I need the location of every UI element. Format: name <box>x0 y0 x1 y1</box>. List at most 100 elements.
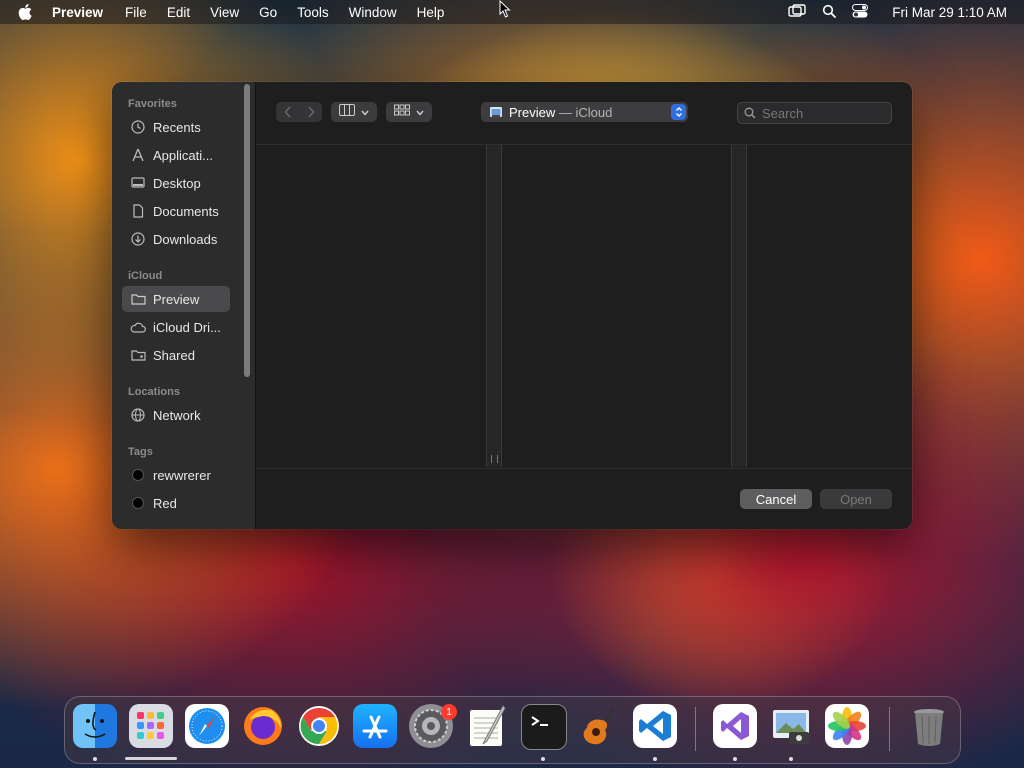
sidebar-item-applications[interactable]: Applicati... <box>122 142 230 168</box>
chevron-down-icon <box>416 103 424 121</box>
menu-bar-clock[interactable]: Fri Mar 29 1:10 AM <box>892 5 1007 20</box>
open-file-dialog: Favorites Recents Applicati... Desktop D… <box>112 82 912 529</box>
menu-edit[interactable]: Edit <box>167 5 190 20</box>
safari-icon[interactable] <box>185 704 229 748</box>
garageband-icon[interactable] <box>577 704 621 748</box>
sidebar-item-downloads[interactable]: Downloads <box>122 226 230 252</box>
shared-folder-icon <box>130 347 146 363</box>
back-forward-buttons <box>276 102 322 122</box>
applications-icon <box>130 147 146 163</box>
document-icon <box>130 203 146 219</box>
location-separator: — <box>558 104 572 120</box>
column-browser[interactable] <box>256 145 912 467</box>
sidebar-item-icloud-drive[interactable]: iCloud Dri... <box>122 314 230 340</box>
trash-icon[interactable] <box>907 704 951 748</box>
cloud-icon <box>130 319 146 335</box>
group-by-button[interactable] <box>386 102 432 122</box>
finder-icon[interactable] <box>73 704 117 748</box>
mouse-pointer-icon <box>499 0 511 23</box>
clock-icon <box>130 119 146 135</box>
column-divider[interactable] <box>486 145 502 467</box>
sidebar-item-label: Network <box>153 407 201 423</box>
sidebar-scrollbar[interactable] <box>244 84 250 377</box>
sidebar-section-icloud: iCloud <box>128 270 163 282</box>
search-input[interactable] <box>760 104 884 122</box>
sidebar-item-desktop[interactable]: Desktop <box>122 170 230 196</box>
launchpad-icon[interactable] <box>129 704 173 748</box>
screen-mirroring-icon[interactable] <box>788 3 806 21</box>
sidebar-item-recents[interactable]: Recents <box>122 114 230 140</box>
running-indicator <box>733 757 737 761</box>
download-icon <box>130 231 146 247</box>
cancel-button[interactable]: Cancel <box>740 489 812 509</box>
forward-arrow-icon[interactable] <box>299 106 322 118</box>
chevron-down-icon <box>361 103 369 121</box>
textedit-icon[interactable] <box>465 704 509 748</box>
preview-icon[interactable] <box>769 704 813 748</box>
chrome-icon[interactable] <box>297 704 341 748</box>
visual-studio-icon[interactable] <box>713 704 757 748</box>
control-center-icon[interactable] <box>852 3 869 21</box>
sidebar-item-documents[interactable]: Documents <box>122 198 230 224</box>
menu-view[interactable]: View <box>210 5 239 20</box>
sidebar-item-label: Applicati... <box>153 147 213 163</box>
sidebar-item-label: rewwrerer <box>153 467 211 483</box>
sidebar-section-tags: Tags <box>128 446 153 458</box>
sidebar-item-label: Recents <box>153 119 201 135</box>
sidebar-item-tag-red[interactable]: Red <box>122 490 230 516</box>
app-menu-preview[interactable]: Preview <box>52 5 103 20</box>
terminal-icon[interactable] <box>521 704 567 750</box>
running-indicator <box>541 757 545 761</box>
search-field[interactable] <box>737 102 892 124</box>
column-view-icon <box>339 103 355 121</box>
sidebar-item-shared[interactable]: Shared <box>122 342 230 368</box>
sidebar-item-label: Documents <box>153 203 219 219</box>
menu-window[interactable]: Window <box>349 5 397 20</box>
sidebar-item-network[interactable]: Network <box>122 402 230 428</box>
menu-tools[interactable]: Tools <box>297 5 329 20</box>
sidebar-item-preview[interactable]: Preview <box>122 286 230 312</box>
photos-icon[interactable] <box>825 704 869 748</box>
launch-progress-bar <box>125 757 177 760</box>
dialog-sidebar: Favorites Recents Applicati... Desktop D… <box>112 82 256 529</box>
back-arrow-icon[interactable] <box>276 106 299 118</box>
view-mode-button[interactable] <box>331 102 377 122</box>
menu-file[interactable]: File <box>125 5 147 20</box>
sidebar-item-label: Preview <box>153 291 200 307</box>
firefox-icon[interactable] <box>241 704 285 748</box>
sidebar-item-label: Desktop <box>153 175 201 191</box>
app-store-icon[interactable] <box>353 704 397 748</box>
sidebar-section-locations: Locations <box>128 386 180 398</box>
grid-icon <box>394 103 410 121</box>
menu-go[interactable]: Go <box>259 5 277 20</box>
dock: 1 <box>64 696 961 764</box>
dialog-toolbar: Preview — iCloud <box>256 82 912 145</box>
running-indicator <box>653 757 657 761</box>
location-name: Preview <box>509 104 556 120</box>
notification-badge: 1 <box>441 704 457 720</box>
sidebar-item-label: Red <box>153 495 177 511</box>
folder-icon <box>130 291 146 307</box>
location-popup[interactable]: Preview — iCloud <box>481 102 688 122</box>
sidebar-item-label: Shared <box>153 347 195 363</box>
running-indicator <box>789 757 793 761</box>
location-suffix: iCloud <box>575 104 613 120</box>
column-divider[interactable] <box>731 145 747 467</box>
open-button[interactable]: Open <box>820 489 892 509</box>
globe-icon <box>130 407 146 423</box>
menu-help[interactable]: Help <box>417 5 445 20</box>
updown-chevron-icon <box>671 104 686 120</box>
spotlight-search-icon[interactable] <box>822 4 837 21</box>
sidebar-item-label: Downloads <box>153 231 218 247</box>
desktop-icon <box>130 175 146 191</box>
preview-app-icon <box>489 105 503 119</box>
vscode-icon[interactable] <box>633 704 677 748</box>
sidebar-section-favorites: Favorites <box>128 98 177 110</box>
apple-menu-icon[interactable] <box>18 4 36 20</box>
column-resize-handle[interactable] <box>491 455 498 463</box>
dialog-footer: Cancel Open <box>256 468 912 529</box>
sidebar-item-tag-rewwrerer[interactable]: rewwrerer <box>122 462 230 488</box>
tag-dot-icon <box>130 467 146 483</box>
tag-dot-icon <box>130 495 146 511</box>
menu-bar: Preview File Edit View Go Tools Window H… <box>0 0 1024 24</box>
